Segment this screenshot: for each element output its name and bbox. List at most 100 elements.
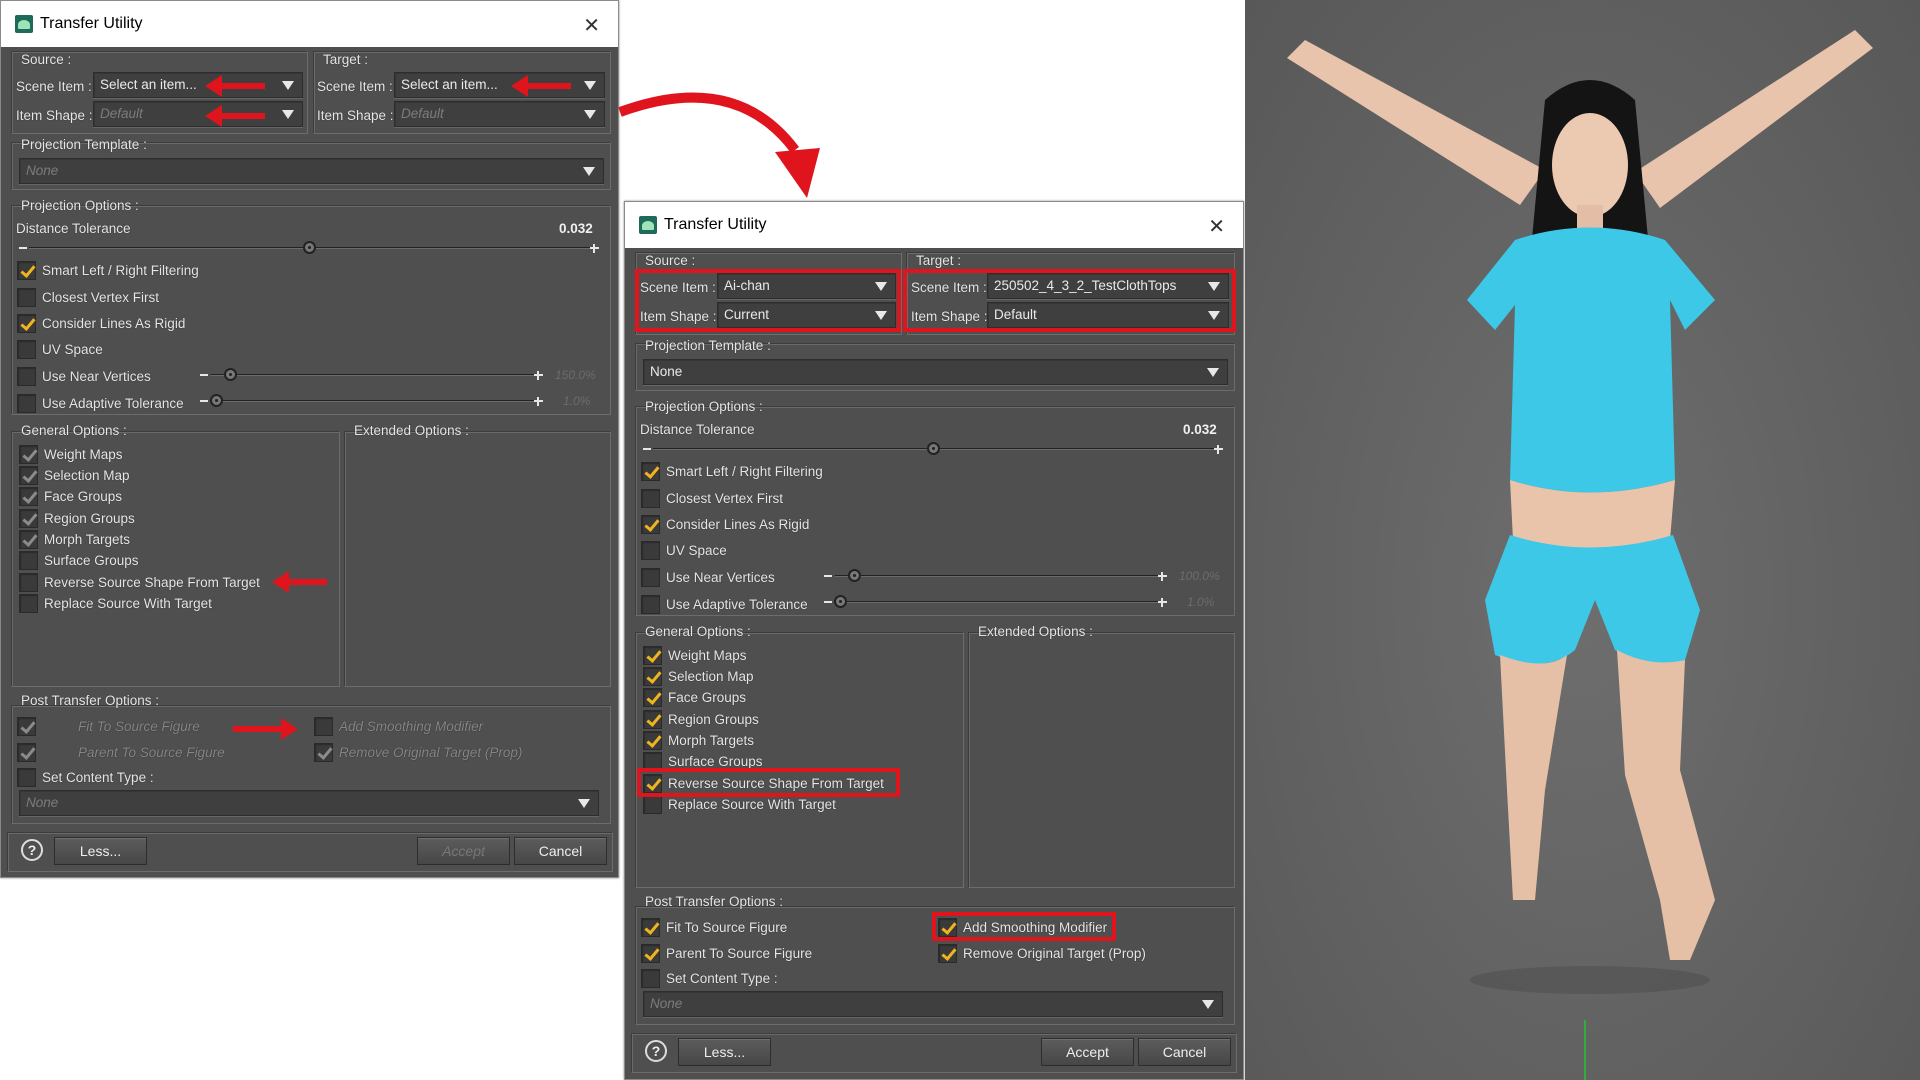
adaptive-tolerance-checkbox[interactable] <box>641 595 660 614</box>
uv-space-checkbox[interactable] <box>17 340 36 359</box>
parent-to-source-label: Parent To Source Figure <box>666 946 813 961</box>
remove-original-checkbox[interactable] <box>314 743 333 762</box>
adaptive-tolerance-label: Use Adaptive Tolerance <box>666 597 808 612</box>
plus-icon[interactable] <box>590 244 599 253</box>
target-label: Target : <box>323 52 369 67</box>
minus-icon[interactable] <box>824 575 832 577</box>
morph-targets-checkbox[interactable] <box>19 530 38 549</box>
parent-to-source-checkbox[interactable] <box>641 944 660 963</box>
title-bar: Transfer Utility ✕ <box>625 202 1243 248</box>
closest-vertex-label: Closest Vertex First <box>42 290 160 305</box>
selection-map-checkbox[interactable] <box>19 466 38 485</box>
target-scene-item-select[interactable]: Select an item... <box>394 72 605 98</box>
projection-template-select[interactable]: None <box>643 359 1228 385</box>
projection-options-label: Projection Options : <box>21 198 139 213</box>
face-groups-checkbox[interactable] <box>643 688 662 707</box>
content-type-select[interactable]: None <box>19 790 599 816</box>
minus-icon[interactable] <box>200 374 208 376</box>
source-item-shape-select[interactable]: Default <box>93 101 303 127</box>
help-icon[interactable]: ? <box>645 1040 667 1062</box>
smart-filtering-label: Smart Left / Right Filtering <box>666 464 823 479</box>
help-icon[interactable]: ? <box>21 839 43 861</box>
transfer-utility-dialog-after: Transfer Utility ✕ Source : Target : Sce… <box>624 201 1244 1080</box>
plus-icon[interactable] <box>1158 572 1167 581</box>
distance-tolerance-knob[interactable] <box>927 442 940 455</box>
near-vertices-checkbox[interactable] <box>17 367 36 386</box>
fit-to-source-checkbox[interactable] <box>17 717 36 736</box>
plus-icon[interactable] <box>1158 598 1167 607</box>
adaptive-tolerance-knob[interactable] <box>834 595 847 608</box>
consider-lines-checkbox[interactable] <box>17 314 36 333</box>
accept-button[interactable]: Accept <box>1041 1038 1134 1066</box>
less-button[interactable]: Less... <box>678 1038 771 1066</box>
target-item-shape-select[interactable]: Default <box>394 101 605 127</box>
region-groups-checkbox[interactable] <box>19 509 38 528</box>
closest-vertex-checkbox[interactable] <box>641 489 660 508</box>
smart-filtering-checkbox[interactable] <box>17 261 36 280</box>
highlight-source-box <box>635 269 901 332</box>
source-label: Source : <box>645 253 696 268</box>
minus-icon[interactable] <box>824 601 832 603</box>
morph-targets-checkbox[interactable] <box>643 731 662 750</box>
near-vertices-knob[interactable] <box>224 368 237 381</box>
face-groups-checkbox[interactable] <box>19 487 38 506</box>
distance-tolerance-knob[interactable] <box>303 241 316 254</box>
add-smoothing-checkbox[interactable] <box>314 717 333 736</box>
morph-targets-label: Morph Targets <box>668 733 755 748</box>
near-vertices-knob[interactable] <box>848 569 861 582</box>
cancel-button[interactable]: Cancel <box>514 837 607 865</box>
general-options-label: General Options : <box>21 423 127 438</box>
minus-icon[interactable] <box>200 400 208 402</box>
surface-groups-checkbox[interactable] <box>19 551 38 570</box>
plus-icon[interactable] <box>1214 445 1223 454</box>
projection-options-label: Projection Options : <box>645 399 763 414</box>
replace-source-checkbox[interactable] <box>643 795 662 814</box>
near-vertices-track[interactable] <box>211 374 536 376</box>
projection-template-select[interactable]: None <box>19 158 604 184</box>
chevron-down-icon <box>1207 368 1219 377</box>
extended-options-label: Extended Options : <box>978 624 1093 639</box>
closest-vertex-checkbox[interactable] <box>17 288 36 307</box>
replace-source-label: Replace Source With Target <box>668 797 836 812</box>
near-vertices-value: 100.0% <box>1179 569 1220 583</box>
near-vertices-track[interactable] <box>835 575 1160 577</box>
weight-maps-checkbox[interactable] <box>643 646 662 665</box>
content-type-select[interactable]: None <box>643 991 1223 1017</box>
set-content-type-checkbox[interactable] <box>641 969 660 988</box>
adaptive-tolerance-track[interactable] <box>835 601 1160 603</box>
smart-filtering-checkbox[interactable] <box>641 462 660 481</box>
minus-icon[interactable] <box>19 247 27 249</box>
consider-lines-checkbox[interactable] <box>641 515 660 534</box>
remove-original-checkbox[interactable] <box>938 944 957 963</box>
replace-source-checkbox[interactable] <box>19 594 38 613</box>
fit-to-source-checkbox[interactable] <box>641 918 660 937</box>
plus-icon[interactable] <box>534 371 543 380</box>
cancel-button[interactable]: Cancel <box>1138 1038 1231 1066</box>
close-icon[interactable]: ✕ <box>583 13 600 38</box>
face-groups-label: Face Groups <box>44 489 123 504</box>
minus-icon[interactable] <box>643 448 651 450</box>
region-groups-checkbox[interactable] <box>643 710 662 729</box>
less-button[interactable]: Less... <box>54 837 147 865</box>
source-scene-item-select[interactable]: Select an item... <box>93 72 303 98</box>
near-vertices-checkbox[interactable] <box>641 568 660 587</box>
adaptive-tolerance-checkbox[interactable] <box>17 394 36 413</box>
chevron-down-icon <box>583 167 595 176</box>
smart-filtering-label: Smart Left / Right Filtering <box>42 263 199 278</box>
close-icon[interactable]: ✕ <box>1208 214 1225 239</box>
adaptive-tolerance-knob[interactable] <box>210 394 223 407</box>
red-arrow-icon <box>511 75 571 97</box>
accept-button[interactable]: Accept <box>417 837 510 865</box>
weight-maps-checkbox[interactable] <box>19 445 38 464</box>
parent-to-source-checkbox[interactable] <box>17 743 36 762</box>
uv-space-checkbox[interactable] <box>641 541 660 560</box>
set-content-type-checkbox[interactable] <box>17 768 36 787</box>
transfer-utility-icon <box>15 15 33 33</box>
reverse-source-shape-checkbox[interactable] <box>19 573 38 592</box>
red-arrow-icon <box>205 75 265 97</box>
selection-map-checkbox[interactable] <box>643 667 662 686</box>
extended-options-group <box>344 431 611 687</box>
plus-icon[interactable] <box>534 397 543 406</box>
adaptive-tolerance-track[interactable] <box>211 400 536 402</box>
morph-targets-label: Morph Targets <box>44 532 131 547</box>
